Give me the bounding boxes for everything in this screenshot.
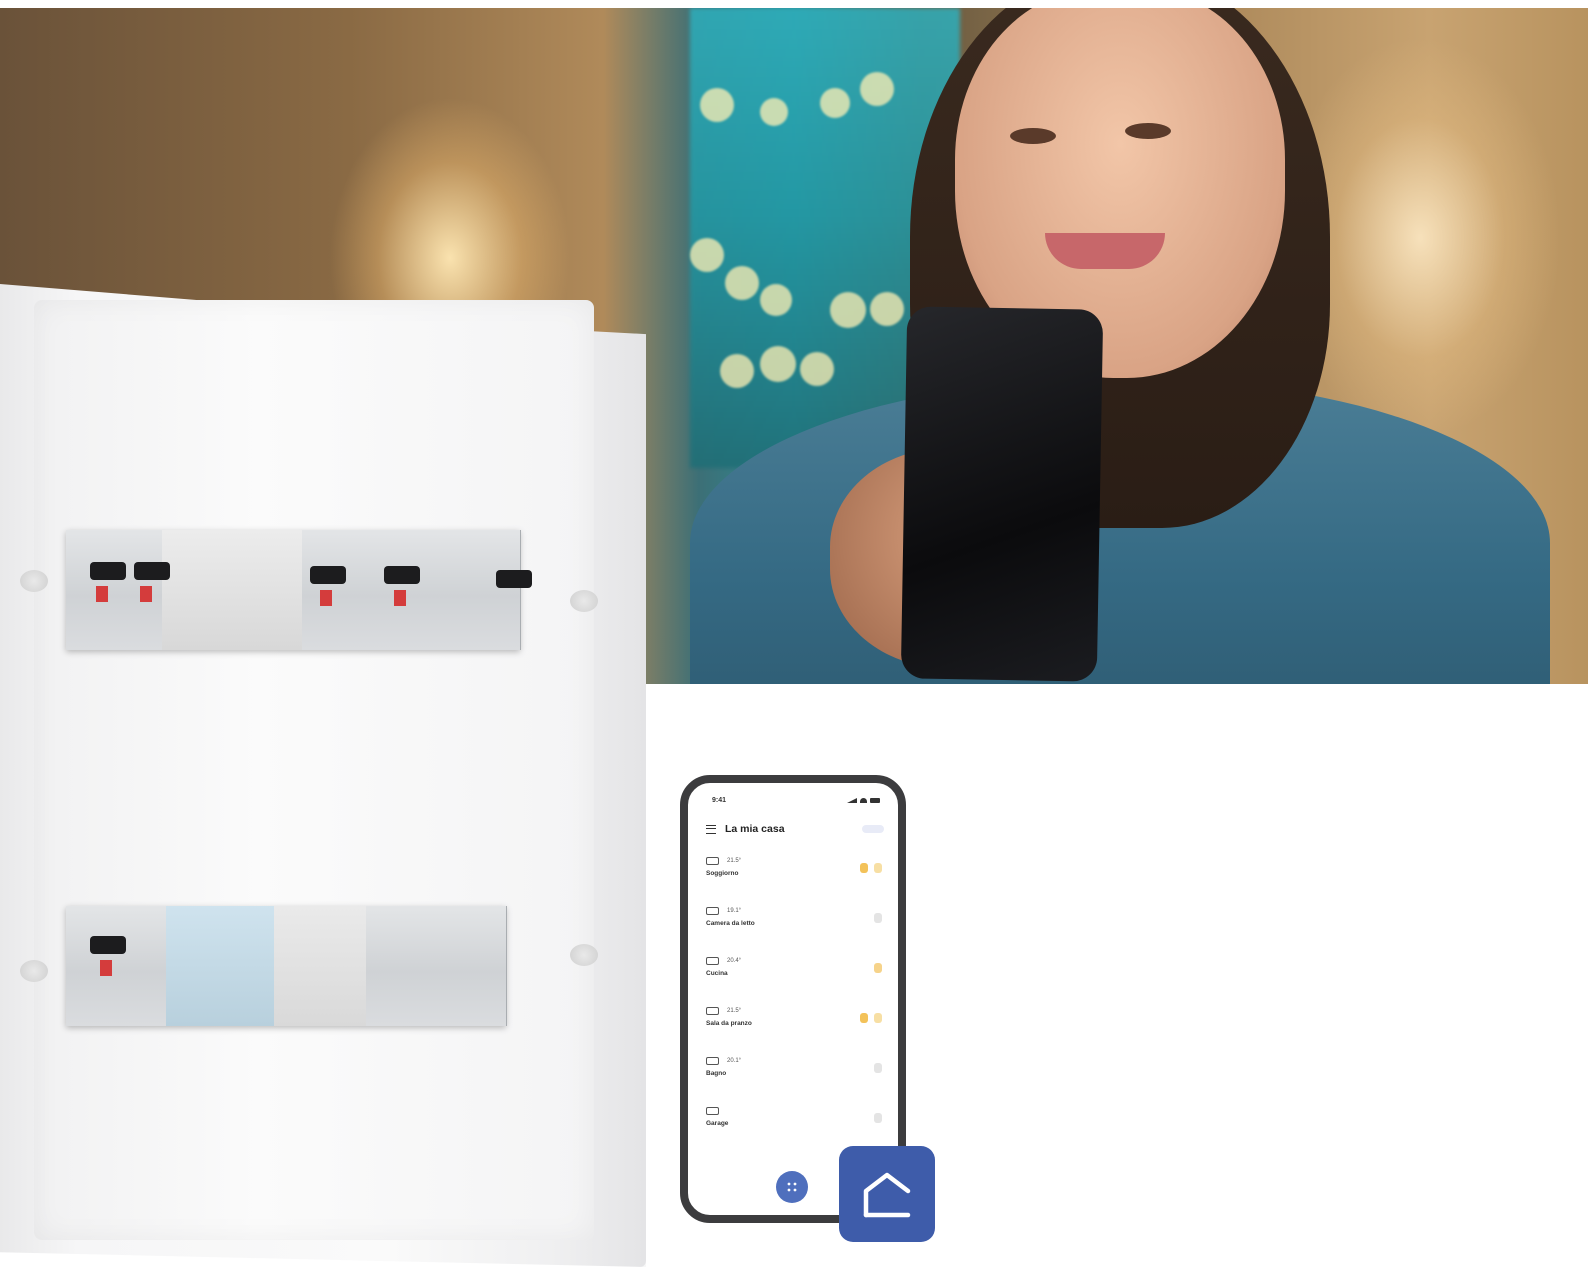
- bed-icon: [706, 907, 719, 915]
- smile: [1045, 233, 1165, 269]
- panel-recess: [34, 300, 594, 1240]
- status-time: 9:41: [712, 797, 727, 804]
- room-item[interactable]: 19.1° Camera da letto: [706, 907, 884, 947]
- app-title: La mia casa: [725, 823, 785, 835]
- grid-icon[interactable]: [776, 1171, 808, 1203]
- bath-icon: [706, 1057, 719, 1065]
- room-item[interactable]: 21.5° Soggiorno: [706, 857, 884, 897]
- light-on-icon[interactable]: [874, 963, 882, 973]
- room-item[interactable]: Garage: [706, 1107, 884, 1147]
- light-on-icon[interactable]: [860, 863, 868, 873]
- sofa-icon: [706, 857, 719, 865]
- breaker-row-bottom: [66, 906, 507, 1026]
- room-item[interactable]: 20.1° Bagno: [706, 1057, 884, 1097]
- garage-icon: [706, 1107, 719, 1115]
- light-off-icon[interactable]: [874, 1063, 882, 1073]
- signal-icon: [847, 798, 857, 803]
- wifi-icon: [860, 798, 867, 803]
- light-off-icon[interactable]: [874, 1113, 882, 1123]
- home-icon: [839, 1146, 935, 1242]
- battery-icon: [870, 798, 880, 803]
- header-action[interactable]: [862, 825, 884, 833]
- light-off-icon[interactable]: [874, 913, 882, 923]
- room-item[interactable]: 20.4° Cucina: [706, 957, 884, 997]
- menu-icon[interactable]: [706, 824, 716, 834]
- dining-icon: [706, 1007, 719, 1015]
- smartphone-in-hand: [900, 306, 1104, 682]
- pot-icon: [706, 957, 719, 965]
- app-header: La mia casa: [706, 823, 884, 835]
- breaker-row-top: [66, 530, 532, 650]
- status-bar: 9:41: [712, 797, 880, 804]
- light-on-icon[interactable]: [860, 1013, 868, 1023]
- room-item[interactable]: 21.5° Sala da pranzo: [706, 1007, 884, 1047]
- light-on-icon[interactable]: [874, 863, 882, 873]
- light-on-icon[interactable]: [874, 1013, 882, 1023]
